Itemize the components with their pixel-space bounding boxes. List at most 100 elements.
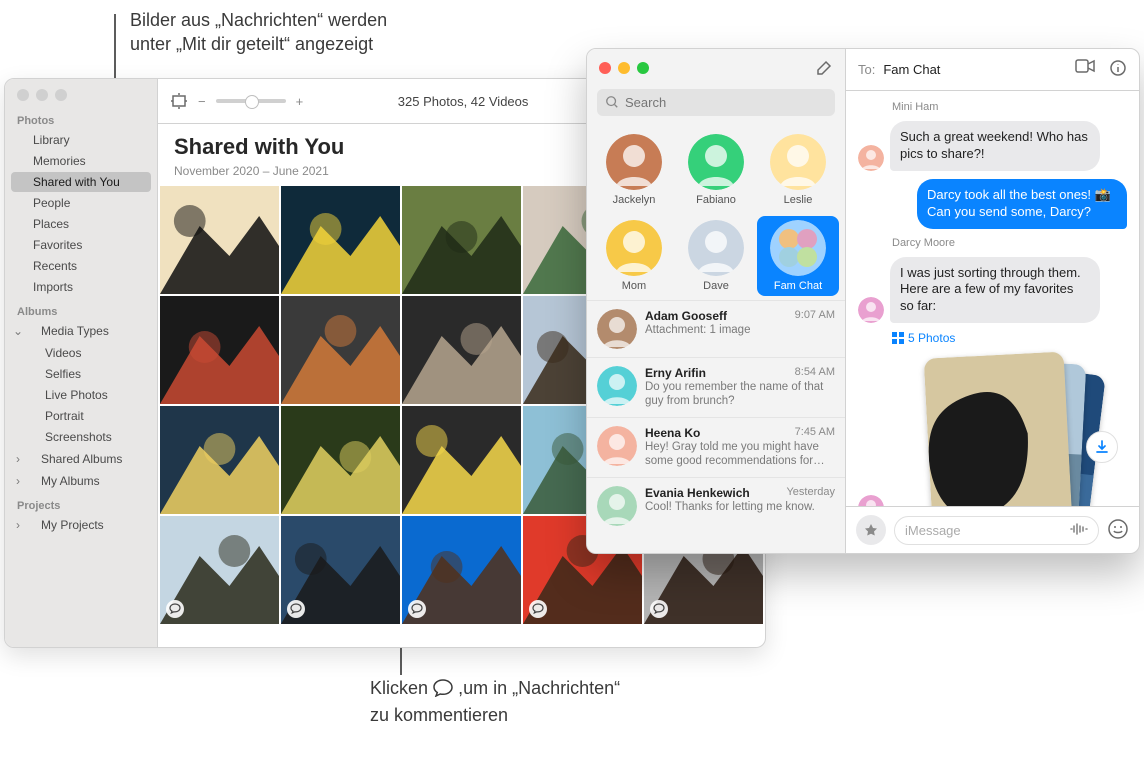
emoji-button[interactable]: [1107, 518, 1129, 543]
message-bubble[interactable]: I was just sorting through them. Here ar…: [890, 257, 1100, 324]
reply-in-messages-icon[interactable]: [287, 600, 305, 618]
photo-thumbnail[interactable]: [281, 516, 400, 624]
reply-in-messages-icon[interactable]: [166, 600, 184, 618]
photo-thumbnail[interactable]: [402, 406, 521, 514]
conversation-preview: Do you remember the name of that guy fro…: [645, 380, 835, 409]
photo-thumbnail[interactable]: [160, 296, 279, 404]
avatar: [597, 486, 637, 526]
facetime-icon[interactable]: [1075, 59, 1095, 80]
messages-traffic-lights[interactable]: [599, 62, 649, 74]
sidebar-item-library[interactable]: Library: [11, 130, 151, 150]
avatar: [606, 220, 662, 276]
conversation-name: Erny Arifin: [645, 366, 706, 380]
message-input[interactable]: iMessage: [894, 516, 1099, 545]
aspect-icon[interactable]: [170, 92, 188, 110]
sidebar-item-my-projects[interactable]: › My Projects: [11, 515, 151, 535]
message-bubble-outgoing[interactable]: Darcy took all the best ones! 📸 Can you …: [917, 179, 1127, 229]
messages-app-window: Jackelyn Fabiano Leslie Mom Dave Fam Cha…: [586, 48, 1140, 554]
photo-thumbnail[interactable]: [281, 186, 400, 294]
photo-thumbnail[interactable]: [402, 296, 521, 404]
photos-sidebar: Photos Library Memories Shared with You Peo…: [5, 79, 158, 647]
sidebar-item-shared-albums[interactable]: › Shared Albums: [11, 449, 151, 469]
conversation-row[interactable]: Evania Henkewich Yesterday Cool! Thanks …: [587, 477, 845, 534]
sidebar-item-memories[interactable]: Memories: [11, 151, 151, 171]
photo-stack-link[interactable]: 5 Photos: [892, 331, 1127, 345]
sidebar-item-label: People: [33, 196, 70, 210]
photo-thumbnail[interactable]: [402, 516, 521, 624]
conversation-row[interactable]: Erny Arifin 8:54 AM Do you remember the …: [587, 357, 845, 417]
pin-label: Dave: [703, 280, 729, 292]
callout-top-text-2: unter „Mit dir geteilt“ angezeigt: [130, 34, 373, 54]
callout-bottom-leader: [400, 647, 402, 675]
chevron-down-icon: ⌄: [11, 324, 25, 338]
callout-bottom-line2: zu kommentieren: [370, 705, 508, 725]
reply-in-messages-icon[interactable]: [529, 600, 547, 618]
pinned-conversation[interactable]: Jackelyn: [593, 130, 675, 210]
conversation-row[interactable]: Adam Gooseff 9:07 AM Attachment: 1 image: [587, 300, 845, 357]
sidebar-item-favorites[interactable]: Favorites: [11, 235, 151, 255]
sidebar-item-my-albums[interactable]: › My Albums: [11, 471, 151, 491]
sidebar-item-label: Live Photos: [45, 388, 108, 402]
conversation-time: 9:07 AM: [795, 309, 835, 323]
pinned-conversation[interactable]: Leslie: [757, 130, 839, 210]
avatar: [858, 145, 884, 171]
pinned-conversation[interactable]: Fam Chat: [757, 216, 839, 296]
avatar: [858, 495, 884, 506]
sidebar-item-recents[interactable]: Recents: [11, 256, 151, 276]
photo-stack[interactable]: [920, 355, 1090, 506]
sidebar-item-label: Recents: [33, 259, 77, 273]
photo-thumbnail[interactable]: [281, 406, 400, 514]
conversation-preview: Attachment: 1 image: [645, 323, 835, 337]
callout-bottom-post: ,um in „Nachrichten“: [458, 678, 620, 698]
sidebar-section-photos: Photos: [5, 107, 157, 129]
sidebar-item-shared-with-you[interactable]: Shared with You: [11, 172, 151, 192]
photo-thumbnail[interactable]: [160, 186, 279, 294]
compose-icon[interactable]: [815, 59, 833, 77]
sidebar-item-label: Videos: [45, 346, 81, 360]
avatar: [770, 134, 826, 190]
chevron-right-icon: ›: [11, 474, 25, 488]
reply-in-messages-icon[interactable]: [408, 600, 426, 618]
sidebar-item-label: Memories: [33, 154, 86, 168]
download-button[interactable]: [1086, 431, 1118, 463]
avatar: [770, 220, 826, 276]
conversation-preview: Cool! Thanks for letting me know.: [645, 500, 835, 514]
avatar: [688, 220, 744, 276]
sidebar-item-live-photos[interactable]: Live Photos: [11, 385, 151, 405]
conversation-time: Yesterday: [786, 486, 835, 500]
zoom-in-button[interactable]: +: [296, 94, 304, 109]
sidebar-item-label: Library: [33, 133, 70, 147]
sidebar-item-videos[interactable]: Videos: [11, 343, 151, 363]
sidebar-item-portrait[interactable]: Portrait: [11, 406, 151, 426]
avatar: [606, 134, 662, 190]
photo-thumbnail[interactable]: [160, 406, 279, 514]
pin-label: Jackelyn: [613, 194, 656, 206]
message-bubble[interactable]: Such a great weekend! Who has pics to sh…: [890, 121, 1100, 171]
sidebar-item-label: Imports: [33, 280, 73, 294]
search-input[interactable]: [597, 89, 835, 116]
sidebar-item-selfies[interactable]: Selfies: [11, 364, 151, 384]
zoom-slider[interactable]: [216, 99, 286, 103]
photos-traffic-lights[interactable]: [5, 79, 157, 107]
audio-message-icon[interactable]: [1070, 522, 1088, 539]
conversation-row[interactable]: Heena Ko 7:45 AM Hey! Gray told me you m…: [587, 417, 845, 477]
zoom-out-button[interactable]: −: [198, 94, 206, 109]
photo-thumbnail[interactable]: [160, 516, 279, 624]
sidebar-item-screenshots[interactable]: Screenshots: [11, 427, 151, 447]
photo-thumbnail[interactable]: [402, 186, 521, 294]
pinned-conversation[interactable]: Fabiano: [675, 130, 757, 210]
reply-in-messages-icon[interactable]: [650, 600, 668, 618]
details-icon[interactable]: [1109, 59, 1127, 80]
sidebar-item-people[interactable]: People: [11, 193, 151, 213]
photo-thumbnail[interactable]: [281, 296, 400, 404]
pinned-conversation[interactable]: Mom: [593, 216, 675, 296]
sidebar-item-media-types[interactable]: ⌄ Media Types: [11, 321, 151, 341]
apps-button[interactable]: [856, 515, 886, 545]
pinned-conversation[interactable]: Dave: [675, 216, 757, 296]
sender-name: Mini Ham: [858, 101, 1127, 113]
conversation-preview: Hey! Gray told me you might have some go…: [645, 440, 835, 469]
sidebar-item-places[interactable]: Places: [11, 214, 151, 234]
sidebar-item-imports[interactable]: Imports: [11, 277, 151, 297]
messages-search: [597, 89, 835, 116]
sidebar-item-label: Selfies: [45, 367, 81, 381]
